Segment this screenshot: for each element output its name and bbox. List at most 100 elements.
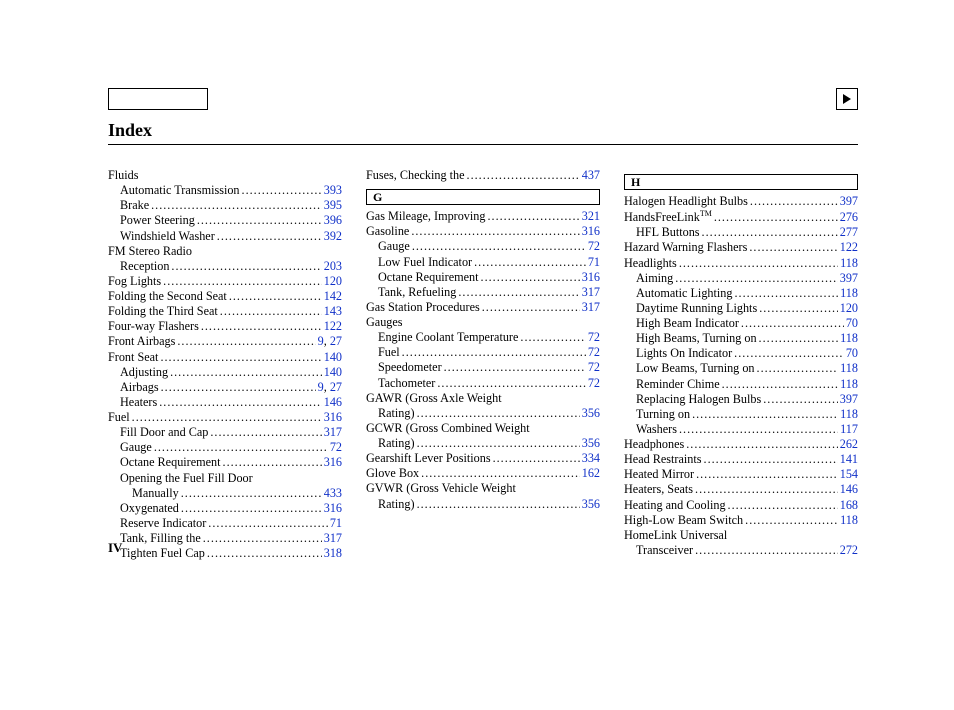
index-page-link[interactable]: 356 [582, 436, 600, 451]
index-page-link[interactable]: 203 [324, 259, 342, 274]
page-number: IV [108, 540, 122, 556]
index-entry: Automatic Transmission393 [108, 183, 342, 198]
index-page-link[interactable]: 118 [840, 256, 858, 271]
index-page-link[interactable]: 72 [588, 360, 600, 375]
leader-dots [218, 304, 324, 319]
next-page-button[interactable] [836, 88, 858, 110]
index-entry-label: Folding the Second Seat [108, 289, 227, 304]
index-page-link[interactable]: 72 [588, 239, 600, 254]
index-page-link[interactable]: 143 [324, 304, 342, 319]
index-page-link[interactable]: 72 [588, 345, 600, 360]
index-page-link[interactable]: 120 [840, 301, 858, 316]
index-entry: Heating and Cooling168 [624, 498, 858, 513]
index-page-link[interactable]: 317 [582, 285, 600, 300]
index-page-link[interactable]: 70 [846, 316, 858, 331]
index-page-link[interactable]: 72 [588, 330, 600, 345]
leader-dots [206, 516, 330, 531]
index-page-link[interactable]: 118 [840, 377, 858, 392]
index-page-link[interactable]: 118 [840, 407, 858, 422]
index-page-link[interactable]: 118 [840, 331, 858, 346]
index-page-link[interactable]: 356 [582, 406, 600, 421]
index-page-link[interactable]: 9, 27 [318, 334, 342, 349]
leader-dots [157, 395, 324, 410]
index-page-link[interactable]: 437 [582, 168, 600, 183]
index-page-link[interactable]: 395 [324, 198, 342, 213]
index-page-link[interactable]: 117 [840, 422, 858, 437]
index-page-link[interactable]: 393 [324, 183, 342, 198]
index-page-link[interactable]: 276 [840, 210, 858, 225]
index-page-link[interactable]: 71 [330, 516, 342, 531]
index-page-link[interactable]: 168 [840, 498, 858, 513]
index-page-link[interactable]: 356 [582, 497, 600, 512]
index-page-link[interactable]: 120 [324, 274, 342, 289]
index-entry: Headlights118 [624, 256, 858, 271]
leader-dots [442, 360, 588, 375]
index-page-link[interactable]: 316 [324, 455, 342, 470]
index-page-link[interactable]: 71 [588, 255, 600, 270]
index-entry: Aiming397 [624, 271, 858, 286]
index-page-link[interactable]: 140 [324, 365, 342, 380]
index-page-link[interactable]: 9, 27 [318, 380, 342, 395]
index-page-link[interactable]: 122 [324, 319, 342, 334]
index-column-3: HHalogen Headlight Bulbs397HandsFreeLink… [624, 168, 858, 561]
index-entry: Gas Station Procedures317 [366, 300, 600, 315]
leader-dots [479, 270, 582, 285]
index-page-link[interactable]: 70 [846, 346, 858, 361]
index-page-link[interactable]: 154 [840, 467, 858, 482]
leader-dots [693, 482, 840, 497]
index-page-link[interactable]: 397 [840, 271, 858, 286]
index-page-link[interactable]: 272 [840, 543, 858, 558]
index-page-link[interactable]: 122 [840, 240, 858, 255]
index-page-link[interactable]: 72 [588, 376, 600, 391]
index-entry: Heaters 146 [108, 395, 342, 410]
index-page-link[interactable]: 316 [324, 501, 342, 516]
index-page-link[interactable]: 118 [840, 513, 858, 528]
page-title: Index [108, 120, 152, 141]
index-page-link[interactable]: 316 [582, 224, 600, 239]
index-entry: Fog Lights120 [108, 274, 342, 289]
index-page-link[interactable]: 162 [582, 466, 600, 481]
index-page-link[interactable]: 140 [324, 350, 342, 365]
index-page-link[interactable]: 317 [582, 300, 600, 315]
index-page-link[interactable]: 118 [840, 361, 858, 376]
index-entry-label: Turning on [624, 407, 690, 422]
index-page-link[interactable]: 334 [582, 451, 600, 466]
index-entry: Headphones262 [624, 437, 858, 452]
index-page-link[interactable]: 146 [840, 482, 858, 497]
index-entry: Octane Requirement316 [108, 455, 342, 470]
leader-dots [491, 451, 582, 466]
leader-dots [732, 346, 846, 361]
leader-dots [400, 345, 588, 360]
index-entry-label: Gas Mileage, Improving [366, 209, 485, 224]
index-page-link[interactable]: 316 [582, 270, 600, 285]
index-entry-label: High Beam Indicator [624, 316, 739, 331]
index-page-link[interactable]: 321 [582, 209, 600, 224]
index-entry: Speedometer72 [366, 360, 600, 375]
index-page-link[interactable]: 316 [324, 410, 342, 425]
index-page-link[interactable]: 317 [324, 531, 342, 546]
index-page-link[interactable]: 72 [330, 440, 342, 455]
index-page-link[interactable]: 141 [840, 452, 858, 467]
index-page-link[interactable]: 397 [840, 194, 858, 209]
index-entry-label: Heaters [108, 395, 157, 410]
index-page-link[interactable]: 392 [324, 229, 342, 244]
index-entry: Airbags9, 27 [108, 380, 342, 395]
index-page-link[interactable]: 397 [840, 392, 858, 407]
index-entry-label: Transceiver [624, 543, 693, 558]
index-entry-label: Gauge [366, 239, 410, 254]
index-page-link[interactable]: 318 [324, 546, 342, 561]
leader-dots [179, 486, 324, 501]
index-page-link[interactable]: 277 [840, 225, 858, 240]
leader-dots [410, 239, 588, 254]
leader-dots [456, 285, 581, 300]
index-page-link[interactable]: 142 [324, 289, 342, 304]
index-entry: Glove Box162 [366, 466, 600, 481]
index-page-link[interactable]: 396 [324, 213, 342, 228]
index-page-link[interactable]: 118 [840, 286, 858, 301]
index-page-link[interactable]: 262 [840, 437, 858, 452]
index-page-link[interactable]: 146 [324, 395, 342, 410]
leader-dots [227, 289, 324, 304]
triangle-right-icon [843, 94, 851, 104]
index-page-link[interactable]: 433 [324, 486, 342, 501]
index-page-link[interactable]: 317 [324, 425, 342, 440]
